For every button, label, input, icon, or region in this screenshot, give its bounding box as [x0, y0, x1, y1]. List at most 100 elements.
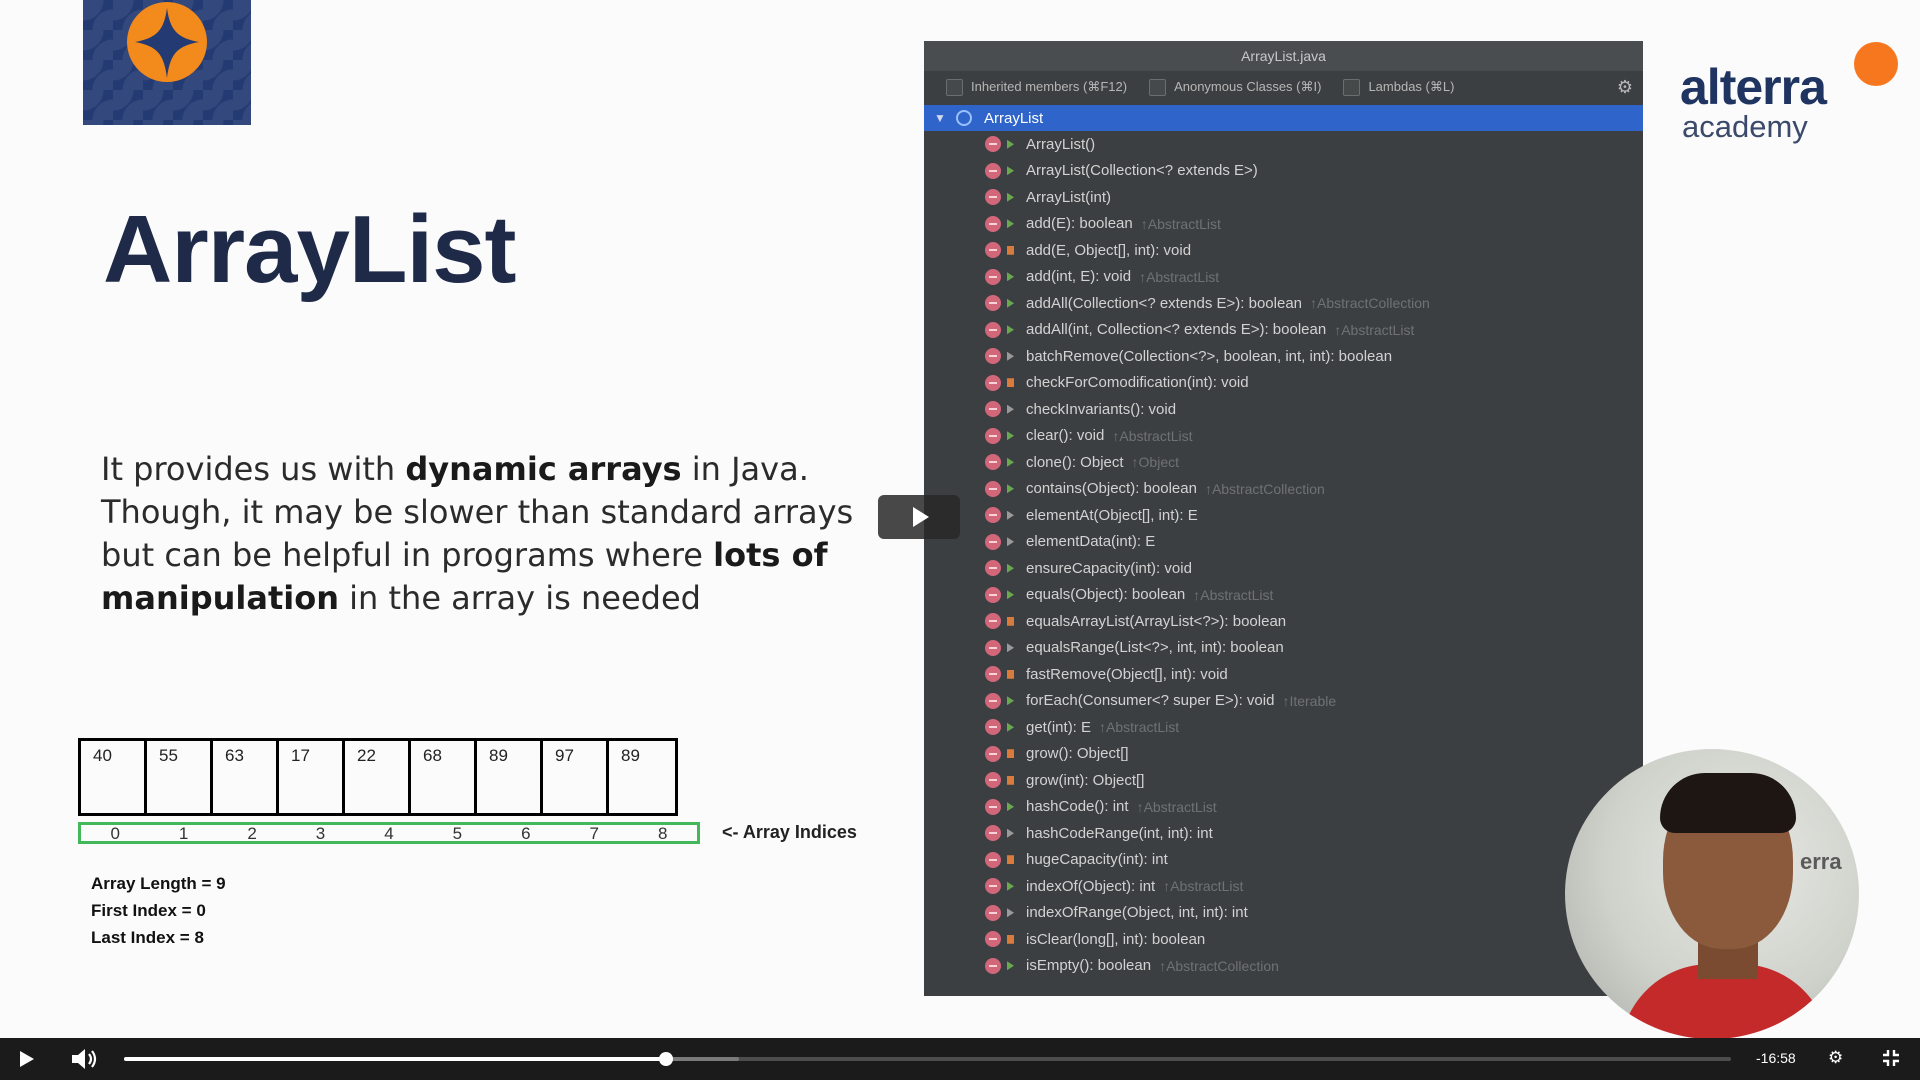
member-item[interactable]: add(E): boolean ↑AbstractList: [924, 211, 1643, 238]
method-icon: [985, 798, 1001, 815]
member-signature: clone(): Object: [1026, 453, 1124, 471]
method-icon: [985, 454, 1001, 471]
visibility-icon: [1007, 934, 1014, 944]
array-index: 8: [657, 824, 668, 843]
method-icon: [985, 401, 1001, 418]
member-signature: addAll(int, Collection<? extends E>): bo…: [1026, 321, 1327, 339]
member-item[interactable]: ensureCapacity(int): void: [924, 555, 1643, 582]
visibility-icon: [1007, 457, 1014, 467]
method-icon: [985, 136, 1001, 153]
member-signature: indexOfRange(Object, int, int): int: [1026, 904, 1248, 922]
array-cell: 89: [477, 741, 543, 813]
play-button[interactable]: [20, 1051, 34, 1067]
member-item[interactable]: grow(int): Object[]: [924, 767, 1643, 794]
big-play-button[interactable]: [878, 495, 960, 539]
member-item[interactable]: forEach(Consumer<? super E>): void ↑Itera…: [924, 688, 1643, 715]
member-item[interactable]: ArrayList(int): [924, 184, 1643, 211]
method-icon: [985, 321, 1001, 338]
member-item[interactable]: ArrayList(Collection<? extends E>): [924, 158, 1643, 185]
member-item[interactable]: contains(Object): boolean ↑AbstractCollec…: [924, 476, 1643, 503]
visibility-icon: [1007, 643, 1014, 653]
last-index: Last Index = 8: [91, 928, 204, 947]
member-item[interactable]: add(E, Object[], int): void: [924, 237, 1643, 264]
member-item[interactable]: batchRemove(Collection<?>, boolean, int,…: [924, 343, 1643, 370]
method-icon: [985, 957, 1001, 974]
member-item[interactable]: equals(Object): boolean ↑AbstractList: [924, 582, 1643, 609]
member-item[interactable]: fastRemove(Object[], int): void: [924, 661, 1643, 688]
slide-title: ArrayList: [103, 196, 516, 303]
method-icon: [985, 162, 1001, 179]
seek-handle[interactable]: [658, 1052, 673, 1066]
member-signature: fastRemove(Object[], int): void: [1026, 665, 1228, 683]
method-icon: [985, 586, 1001, 603]
member-item[interactable]: hashCodeRange(int, int): int: [924, 820, 1643, 847]
member-item[interactable]: addAll(int, Collection<? extends E>): bo…: [924, 317, 1643, 344]
method-icon: [985, 374, 1001, 391]
visibility-icon: [1007, 325, 1014, 335]
member-signature: grow(int): Object[]: [1026, 771, 1145, 789]
array-facts: Array Length = 9 First Index = 0 Last In…: [91, 870, 226, 951]
inherited-from: ↑AbstractCollection: [1204, 480, 1325, 497]
visibility-icon: [1007, 245, 1014, 255]
visibility-icon: [1007, 166, 1014, 176]
member-item[interactable]: hugeCapacity(int): int: [924, 847, 1643, 874]
member-item[interactable]: equalsRange(List<?>, int, int): boolean: [924, 635, 1643, 662]
visibility-icon: [1007, 192, 1014, 202]
visibility-icon: [1007, 775, 1014, 785]
member-item[interactable]: indexOfRange(Object, int, int): int: [924, 900, 1643, 927]
member-item[interactable]: grow(): Object[]: [924, 741, 1643, 768]
lambdas-checkbox[interactable]: Lambdas (⌘L): [1343, 78, 1454, 96]
method-icon: [985, 719, 1001, 736]
gear-icon[interactable]: ⚙: [1828, 1048, 1843, 1068]
method-icon: [985, 480, 1001, 497]
video-frame[interactable]: ArrayList It provides us with dynamic ar…: [0, 0, 1920, 1038]
inherited-from: ↑AbstractList: [1163, 878, 1244, 895]
member-item[interactable]: clear(): void ↑AbstractList: [924, 423, 1643, 450]
method-icon: [985, 639, 1001, 656]
member-item[interactable]: checkForComodification(int): void: [924, 370, 1643, 397]
seek-bar[interactable]: [124, 1052, 1731, 1066]
member-signature: equalsRange(List<?>, int, int): boolean: [1026, 639, 1284, 657]
member-item[interactable]: equalsArrayList(ArrayList<?>): boolean: [924, 608, 1643, 635]
anonymous-classes-checkbox[interactable]: Anonymous Classes (⌘I): [1149, 78, 1321, 96]
inherited-members-checkbox[interactable]: Inherited members (⌘F12): [946, 78, 1127, 96]
inherited-from: ↑AbstractList: [1334, 321, 1415, 338]
webcam-overlay: erra: [1565, 749, 1859, 1038]
member-item[interactable]: elementData(int): E: [924, 529, 1643, 556]
member-item[interactable]: addAll(Collection<? extends E>): boolean…: [924, 290, 1643, 317]
member-item[interactable]: hashCode(): int ↑AbstractList: [924, 794, 1643, 821]
ide-options: Inherited members (⌘F12) Anonymous Class…: [924, 71, 1643, 103]
member-list: ArrayList() ArrayList(Collection<? extend…: [924, 131, 1643, 979]
visibility-icon: [1007, 696, 1014, 706]
member-signature: add(E, Object[], int): void: [1026, 241, 1192, 259]
array-index: 4: [384, 824, 394, 843]
method-icon: [985, 692, 1001, 709]
method-icon: [985, 348, 1001, 365]
inherited-from: ↑AbstractCollection: [1310, 295, 1430, 312]
chevron-down-icon[interactable]: ▼: [934, 111, 948, 125]
tree-root[interactable]: ▼ ArrayList: [924, 105, 1643, 131]
member-item[interactable]: get(int): E ↑AbstractList: [924, 714, 1643, 741]
first-index: First Index = 0: [91, 901, 206, 920]
member-item[interactable]: isClear(long[], int): boolean: [924, 926, 1643, 953]
method-icon: [985, 851, 1001, 868]
member-signature: checkForComodification(int): void: [1026, 374, 1249, 392]
member-signature: grow(): Object[]: [1026, 745, 1129, 763]
array-cell: 68: [411, 741, 477, 813]
member-signature: hugeCapacity(int): int: [1026, 851, 1168, 869]
member-item[interactable]: isEmpty(): boolean ↑AbstractCollection: [924, 953, 1643, 980]
member-item[interactable]: add(int, E): void ↑AbstractList: [924, 264, 1643, 291]
array-diagram: 40 55 63 17 22 68 89 97 89: [78, 738, 678, 816]
member-item[interactable]: indexOf(Object): int ↑AbstractList: [924, 873, 1643, 900]
exit-fullscreen-icon[interactable]: [1882, 1049, 1900, 1067]
visibility-icon: [1007, 298, 1014, 308]
volume-icon[interactable]: [70, 1047, 98, 1071]
gear-icon[interactable]: ⚙: [1617, 77, 1633, 98]
member-item[interactable]: checkInvariants(): void: [924, 396, 1643, 423]
member-item[interactable]: ArrayList(): [924, 131, 1643, 158]
member-signature: hashCode(): int: [1026, 798, 1129, 816]
member-item[interactable]: clone(): Object ↑Object: [924, 449, 1643, 476]
array-cell: 17: [279, 741, 345, 813]
member-item[interactable]: elementAt(Object[], int): E: [924, 502, 1643, 529]
course-logo: [83, 0, 251, 125]
